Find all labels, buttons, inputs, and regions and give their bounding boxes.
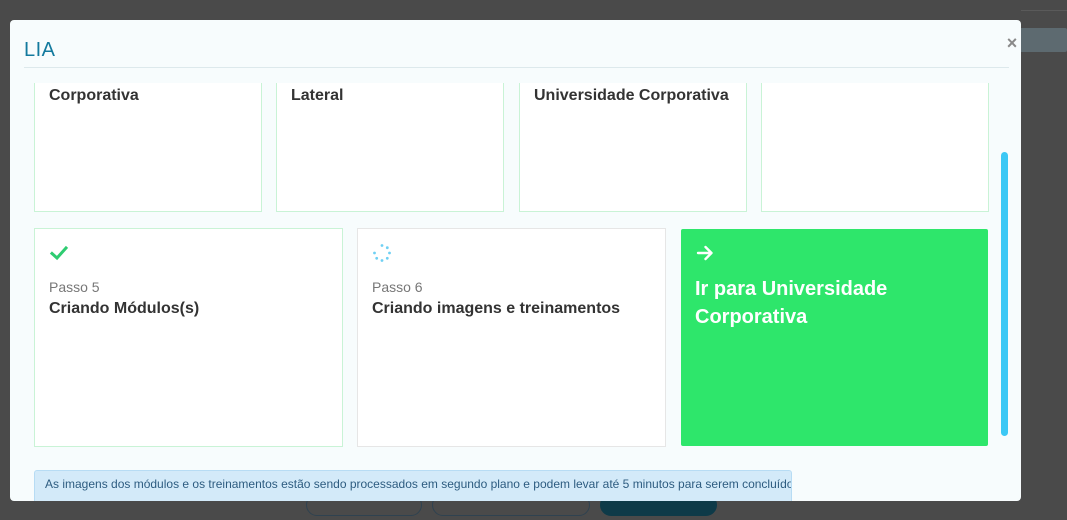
step-title: Criando Módulos(s) (49, 300, 200, 317)
modal-header: LIA × (24, 20, 1017, 68)
scrollbar-track[interactable] (1001, 90, 1008, 436)
step-card-5: Passo 5 Criando Módulos(s) (34, 228, 343, 447)
spinner-icon (373, 244, 391, 262)
step-label: Passo 6 (372, 279, 423, 295)
step-title: Lateral (291, 87, 344, 104)
cta-title: Ir para Universidade Corporativa (695, 278, 888, 328)
step-card: Lateral (276, 83, 504, 212)
lia-modal: LIA × Corporativa Lateral Universidade C… (10, 20, 1021, 501)
background-divider (1021, 10, 1067, 11)
modal-title: LIA (24, 39, 56, 61)
check-icon (49, 245, 69, 261)
step-title: Criando imagens e treinamentos (372, 300, 621, 317)
go-to-university-button[interactable]: Ir para Universidade Corporativa (681, 229, 988, 446)
step-card: Universidade Corporativa (519, 83, 747, 212)
scrollbar-thumb[interactable] (1001, 152, 1008, 436)
arrow-right-icon (696, 245, 713, 261)
step-label: Passo 5 (49, 279, 100, 295)
step-title: Universidade Corporativa (534, 87, 729, 104)
close-button[interactable]: × (1002, 33, 1021, 53)
step-card: ·| (761, 83, 989, 212)
info-alert: As imagens dos módulos e os treinamentos… (34, 470, 792, 501)
step-card: Corporativa (34, 83, 262, 212)
step-card-6: Passo 6 Criando imagens e treinamentos (357, 228, 666, 447)
modal-body[interactable]: Corporativa Lateral Universidade Corpora… (10, 83, 1021, 501)
step-title: Corporativa (49, 87, 139, 104)
